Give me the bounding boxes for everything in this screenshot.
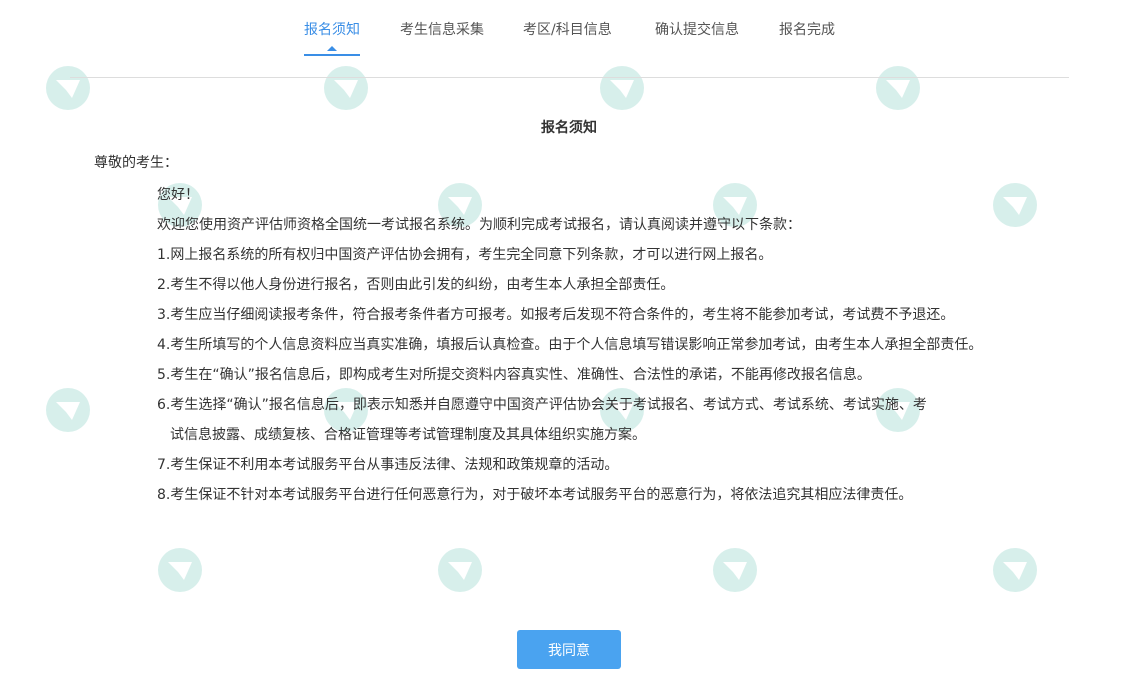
clause-item: 1.网上报名系统的所有权归中国资产评估协会拥有，考生完全同意下列条款，才可以进行… — [157, 247, 773, 263]
header-divider — [70, 77, 1069, 78]
active-step-caret-icon — [327, 46, 337, 51]
agree-button[interactable]: 我同意 — [517, 630, 621, 669]
step-region-subject[interactable]: 考区/科目信息 — [523, 20, 612, 40]
step-complete[interactable]: 报名完成 — [779, 20, 835, 40]
watermark-logo-icon — [438, 548, 482, 592]
watermark-logo-icon — [158, 548, 202, 592]
watermark-logo-icon — [46, 388, 90, 432]
step-notice[interactable]: 报名须知 — [304, 20, 360, 40]
clause-item: 8.考生保证不针对本考试服务平台进行任何恶意行为，对于破坏本考试服务平台的恶意行… — [157, 487, 913, 503]
step-navigation: 报名须知 考生信息采集 考区/科目信息 确认提交信息 报名完成 — [0, 0, 1138, 78]
notice-body: 您好！ 欢迎您使用资产评估师资格全国统一考试报名系统。为顺利完成考试报名，请认真… — [157, 180, 983, 510]
salutation: 尊敬的考生： — [94, 155, 178, 171]
step-confirm-submit[interactable]: 确认提交信息 — [655, 20, 739, 40]
watermark-logo-icon — [993, 183, 1037, 227]
clause-item: 2.考生不得以他人身份进行报名，否则由此引发的纠纷，由考生本人承担全部责任。 — [157, 277, 675, 293]
clause-item: 5.考生在“确认”报名信息后，即构成考生对所提交资料内容真实性、准确性、合法性的… — [157, 367, 871, 383]
greeting: 您好！ — [157, 187, 199, 203]
clause-item: 6.考生选择“确认”报名信息后，即表示知悉并自愿遵守中国资产评估协会关于考试报名… — [157, 397, 927, 413]
clause-item: 7.考生保证不利用本考试服务平台从事违反法律、法规和政策规章的活动。 — [157, 457, 619, 473]
notice-title: 报名须知 — [541, 120, 597, 136]
step-info-collect[interactable]: 考生信息采集 — [400, 20, 484, 40]
clause-item: 3.考生应当仔细阅读报考条件，符合报考条件者方可报考。如报考后发现不符合条件的，… — [157, 307, 955, 323]
clause-item-continued: 试信息披露、成绩复核、合格证管理等考试管理制度及其具体组织实施方案。 — [170, 427, 646, 443]
intro-text: 欢迎您使用资产评估师资格全国统一考试报名系统。为顺利完成考试报名，请认真阅读并遵… — [157, 217, 801, 233]
watermark-logo-icon — [713, 548, 757, 592]
clause-item: 4.考生所填写的个人信息资料应当真实准确，填报后认真检查。由于个人信息填写错误影… — [157, 337, 983, 353]
active-step-underline — [304, 54, 360, 56]
watermark-logo-icon — [993, 548, 1037, 592]
